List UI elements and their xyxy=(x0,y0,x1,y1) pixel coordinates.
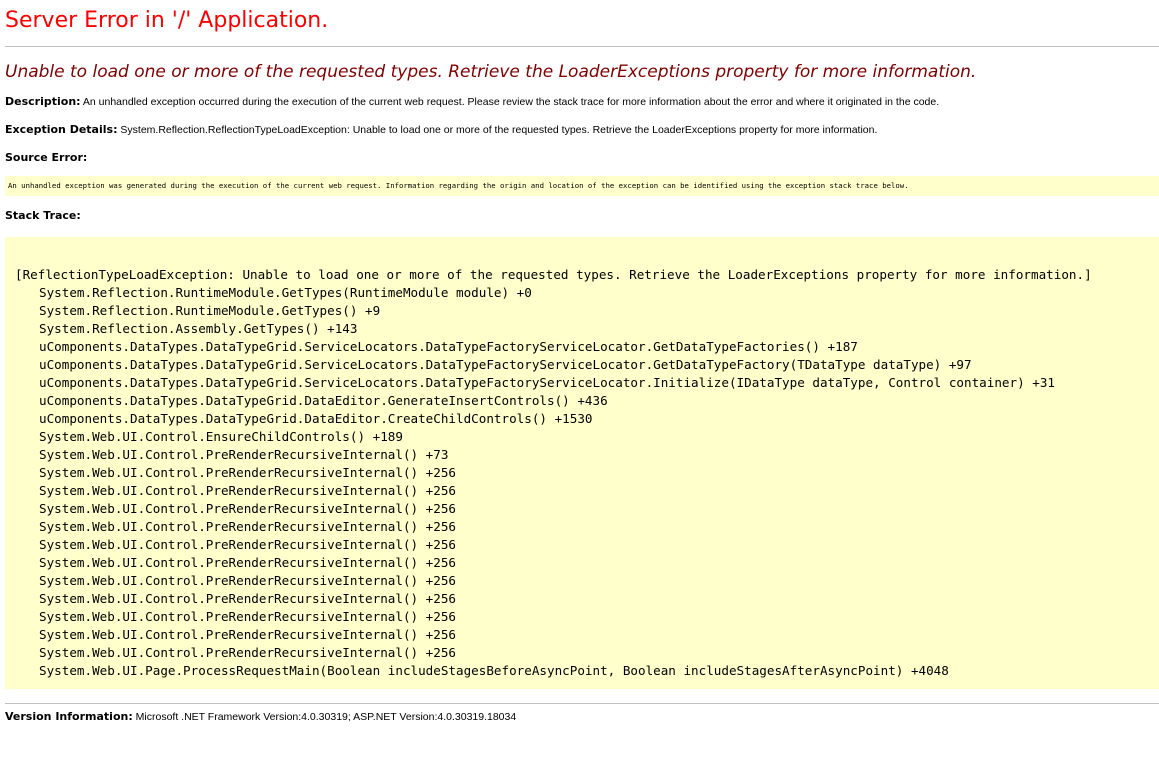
source-error-box: An unhandled exception was generated dur… xyxy=(5,176,1159,196)
stack-trace-frame: System.Web.UI.Control.PreRenderRecursive… xyxy=(39,501,457,516)
stack-trace-box: [ReflectionTypeLoadException: Unable to … xyxy=(5,237,1159,689)
stack-trace-frames: System.Reflection.RuntimeModule.GetTypes… xyxy=(15,284,1159,680)
error-page: Server Error in '/' Application. Unable … xyxy=(0,0,1159,724)
stack-trace-frame: System.Reflection.Assembly.GetTypes() +1… xyxy=(39,321,358,336)
version-information-text: Microsoft .NET Framework Version:4.0.303… xyxy=(132,711,517,723)
exception-details-text: System.Reflection.ReflectionTypeLoadExce… xyxy=(117,124,878,136)
description-text: An unhandled exception occurred during t… xyxy=(80,96,940,108)
stack-trace-frame: uComponents.DataTypes.DataTypeGrid.DataE… xyxy=(39,393,608,408)
version-information-label: Version Information: xyxy=(5,710,133,723)
stack-trace-frame: System.Web.UI.Control.PreRenderRecursive… xyxy=(39,537,457,552)
stack-trace-frame: System.Reflection.RuntimeModule.GetTypes… xyxy=(39,303,381,318)
stack-trace-frame: uComponents.DataTypes.DataTypeGrid.Servi… xyxy=(39,339,858,354)
source-error-section: Source Error: xyxy=(5,151,1159,165)
stack-trace-frame: System.Web.UI.Control.PreRenderRecursive… xyxy=(39,483,457,498)
stack-trace-label: Stack Trace: xyxy=(5,209,81,222)
stack-trace-frame: System.Reflection.RuntimeModule.GetTypes… xyxy=(39,285,532,300)
stack-trace-frame: System.Web.UI.Control.PreRenderRecursive… xyxy=(39,465,457,480)
stack-trace-frame: System.Web.UI.Control.PreRenderRecursive… xyxy=(39,645,457,660)
title-divider xyxy=(5,46,1159,47)
stack-trace-frame: uComponents.DataTypes.DataTypeGrid.DataE… xyxy=(39,411,593,426)
error-message: Unable to load one or more of the reques… xyxy=(5,62,977,82)
stack-trace-frame: System.Web.UI.Control.PreRenderRecursive… xyxy=(39,555,457,570)
stack-trace-frame: System.Web.UI.Control.PreRenderRecursive… xyxy=(39,573,457,588)
description-section: Description: An unhandled exception occu… xyxy=(5,95,1159,109)
stack-trace-frame: System.Web.UI.Control.PreRenderRecursive… xyxy=(39,447,449,462)
version-information-section: Version Information: Microsoft .NET Fram… xyxy=(5,710,1159,724)
footer-divider xyxy=(5,703,1159,704)
stack-trace-frame: System.Web.UI.Page.ProcessRequestMain(Bo… xyxy=(39,663,949,678)
description-label: Description: xyxy=(5,95,81,108)
stack-trace-frame: System.Web.UI.Control.PreRenderRecursive… xyxy=(39,609,457,624)
stack-trace-frame: System.Web.UI.Control.PreRenderRecursive… xyxy=(39,591,457,606)
stack-trace-frame: uComponents.DataTypes.DataTypeGrid.Servi… xyxy=(39,357,972,372)
stack-trace-frame: System.Web.UI.Control.EnsureChildControl… xyxy=(39,429,403,444)
exception-details-section: Exception Details: System.Reflection.Ref… xyxy=(5,123,1159,137)
page-title: Server Error in '/' Application. xyxy=(5,8,329,33)
source-error-label: Source Error: xyxy=(5,151,88,164)
stack-trace-frame: uComponents.DataTypes.DataTypeGrid.Servi… xyxy=(39,375,1055,390)
stack-trace-exception-header: [ReflectionTypeLoadException: Unable to … xyxy=(15,267,1092,282)
exception-details-label: Exception Details: xyxy=(5,123,118,136)
stack-trace-section: Stack Trace: xyxy=(5,209,1159,223)
stack-trace-frame: System.Web.UI.Control.PreRenderRecursive… xyxy=(39,519,457,534)
stack-trace-frame: System.Web.UI.Control.PreRenderRecursive… xyxy=(39,627,457,642)
